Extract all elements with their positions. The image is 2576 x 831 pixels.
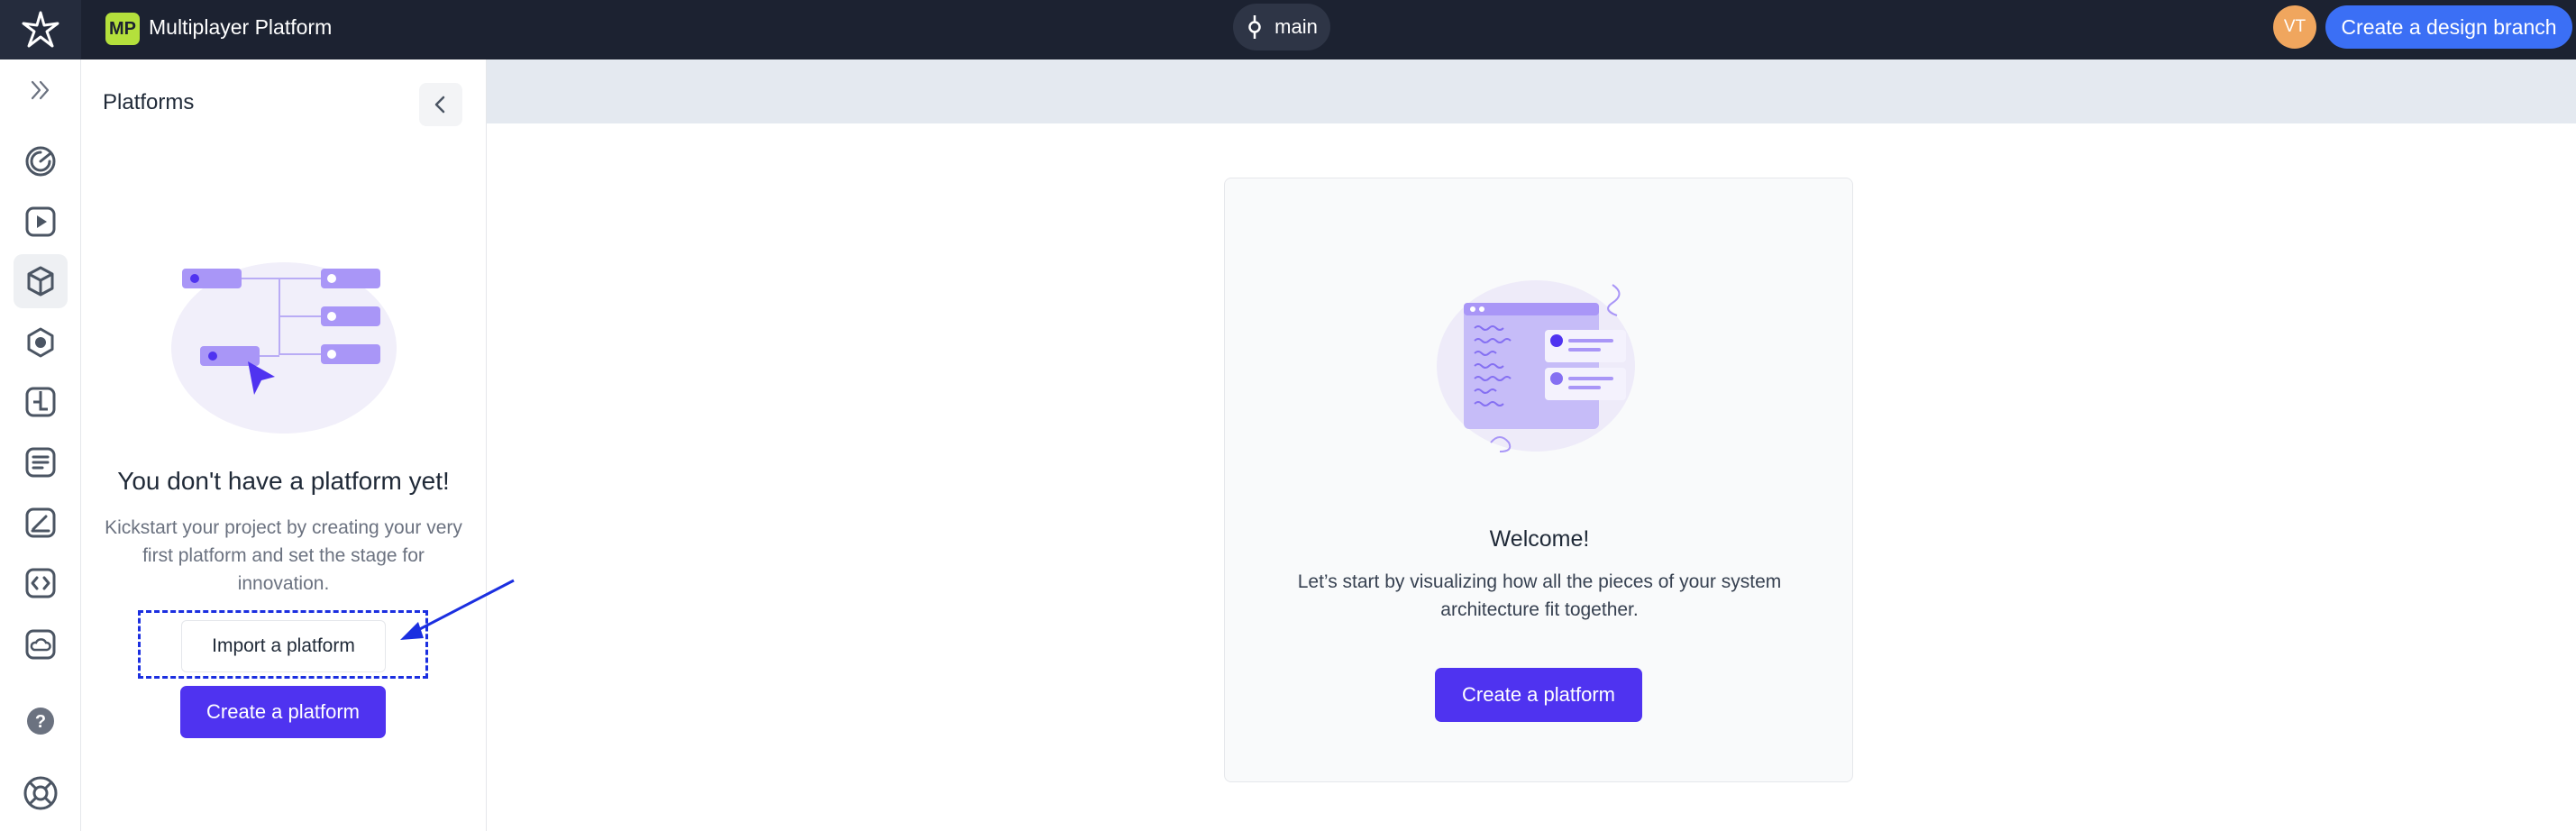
rail-item-docs[interactable] xyxy=(14,435,68,489)
collapse-panel-button[interactable] xyxy=(419,83,462,126)
main-content: Welcome! Let’s start by visualizing how … xyxy=(487,59,2576,831)
welcome-title: Welcome! xyxy=(1489,526,1590,552)
rail-item-layout[interactable] xyxy=(14,375,68,429)
project-badge[interactable]: MP xyxy=(105,13,140,45)
welcome-create-platform-button[interactable]: Create a platform xyxy=(1435,668,1642,722)
branch-name: main xyxy=(1274,15,1318,38)
document-icon xyxy=(25,447,56,478)
rail-item-dashboard[interactable] xyxy=(14,134,68,188)
create-design-branch-button[interactable]: Create a design branch xyxy=(2325,5,2572,49)
lifebuoy-icon xyxy=(23,776,58,810)
annotation-arrow xyxy=(400,579,515,640)
top-bar: MP Multiplayer Platform main VT Create a… xyxy=(0,0,2576,59)
play-icon xyxy=(25,206,56,237)
project-name[interactable]: Multiplayer Platform xyxy=(149,0,332,54)
rail-item-components[interactable] xyxy=(14,315,68,370)
rail-item-sessions[interactable] xyxy=(14,195,68,249)
layout-icon xyxy=(25,387,56,417)
import-platform-button[interactable]: Import a platform xyxy=(181,620,386,672)
star-logo-icon xyxy=(22,11,59,48)
help-icon: ? xyxy=(27,708,54,735)
hexagon-icon xyxy=(27,327,54,358)
sketch-icon xyxy=(25,507,56,538)
empty-state-title: You don't have a platform yet! xyxy=(117,467,450,495)
platforms-panel: Platforms You don't have a platform yet!… xyxy=(81,59,487,831)
welcome-description: Let’s start by visualizing how all the p… xyxy=(1297,571,1782,620)
svg-text:?: ? xyxy=(35,712,46,732)
cloud-icon xyxy=(25,629,56,660)
icon-rail: ? xyxy=(0,59,81,831)
app-logo[interactable] xyxy=(0,0,81,59)
rail-item-apis[interactable] xyxy=(14,556,68,610)
rail-item-platforms[interactable] xyxy=(14,254,68,308)
user-avatar[interactable]: VT xyxy=(2273,5,2316,49)
welcome-card: Welcome! Let’s start by visualizing how … xyxy=(1224,178,1853,782)
rail-item-sketches[interactable] xyxy=(14,496,68,550)
cube-icon xyxy=(27,266,54,297)
branch-selector[interactable]: main xyxy=(1233,4,1330,50)
commit-icon xyxy=(1248,15,1261,39)
expand-rail-button[interactable] xyxy=(14,63,68,117)
code-icon xyxy=(25,568,56,598)
chevron-left-icon xyxy=(434,96,445,114)
welcome-illustration xyxy=(1437,280,1635,452)
create-platform-button[interactable]: Create a platform xyxy=(180,686,386,738)
main-header-bar xyxy=(487,59,2576,123)
support-button[interactable] xyxy=(14,766,68,820)
help-button[interactable]: ? xyxy=(14,694,68,748)
panel-title: Platforms xyxy=(103,90,195,114)
empty-platforms-illustration xyxy=(171,262,397,434)
dashboard-icon xyxy=(25,146,56,177)
rail-item-environments[interactable] xyxy=(14,617,68,671)
double-chevron-right-icon xyxy=(31,80,50,100)
